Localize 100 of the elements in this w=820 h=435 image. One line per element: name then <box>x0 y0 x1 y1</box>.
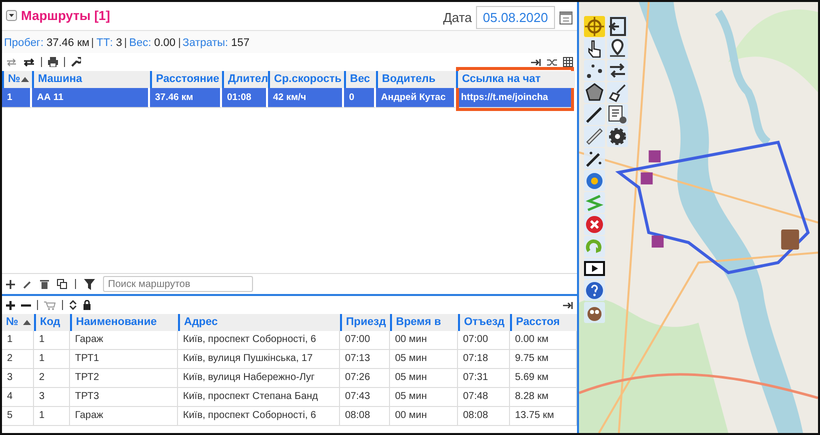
ruler-icon[interactable] <box>584 126 605 147</box>
table-cell: Київ, вулиця Набережно-Луг <box>178 369 340 388</box>
swap-icon[interactable] <box>607 60 628 81</box>
table-cell: 1 <box>2 331 34 350</box>
copy-icon[interactable] <box>57 279 67 289</box>
table-cell: 2 <box>2 350 34 369</box>
date-field[interactable]: 05.08.2020 <box>476 6 555 28</box>
help-icon[interactable] <box>584 280 605 301</box>
summary-value: 3 <box>116 37 122 49</box>
table-cell: 00 мин <box>390 407 458 426</box>
wand-icon[interactable] <box>584 148 605 169</box>
table-cell: 05 мин <box>390 369 458 388</box>
calendar-icon[interactable] <box>559 10 573 24</box>
summary-label: Затраты: <box>182 37 228 49</box>
stop-marker[interactable] <box>648 150 661 162</box>
column-header[interactable]: Время в <box>390 314 458 331</box>
column-header[interactable]: № <box>2 314 34 331</box>
column-header[interactable]: № <box>2 71 32 88</box>
sort-arrow-icon <box>21 77 29 82</box>
table-cell: 3 <box>34 388 70 407</box>
table-cell: Гараж <box>70 407 178 426</box>
pin-icon[interactable] <box>607 38 628 59</box>
cancel-icon[interactable] <box>584 214 605 235</box>
column-header[interactable]: Расстояние <box>150 71 222 88</box>
table-cell: 07:13 <box>340 350 390 369</box>
column-header[interactable]: Код <box>34 314 70 331</box>
table-cell: 8.28 км <box>510 388 577 407</box>
table-cell: 00 мин <box>390 331 458 350</box>
table-cell: 07:00 <box>458 331 510 350</box>
lock-icon[interactable] <box>83 300 91 310</box>
table-cell: АА 11 <box>32 88 150 108</box>
expand-icon[interactable] <box>69 300 77 310</box>
list-icon[interactable] <box>607 104 628 125</box>
broom-icon[interactable] <box>607 82 628 103</box>
film-icon[interactable] <box>584 258 605 279</box>
summary-label: Вес: <box>129 37 152 49</box>
table-cell: 07:26 <box>340 369 390 388</box>
column-header[interactable]: Машина <box>32 71 150 88</box>
table-cell: Київ, вулиця Пушкінська, 17 <box>178 350 340 369</box>
table-cell: Гараж <box>70 331 178 350</box>
pencil-icon[interactable] <box>23 280 32 288</box>
table-cell: ТРТ1 <box>70 350 178 369</box>
column-header[interactable]: Ср.скорость <box>268 71 344 88</box>
table-cell: Київ, проспект Соборності, 6 <box>178 407 340 426</box>
table-cell: ТРТ2 <box>70 369 178 388</box>
table-cell: 01:08 <box>222 88 268 108</box>
printer-icon[interactable] <box>48 57 58 67</box>
date-label: Дата <box>443 10 472 24</box>
exit-icon[interactable] <box>607 16 628 37</box>
stop-marker[interactable] <box>640 172 653 184</box>
summary-value: 157 <box>231 37 250 49</box>
column-header[interactable]: Длител <box>222 71 268 88</box>
export-icon[interactable] <box>531 58 541 66</box>
wrench-icon[interactable] <box>71 57 81 67</box>
shuffle-icon[interactable] <box>547 58 557 66</box>
column-header[interactable]: Наименование <box>70 314 178 331</box>
table-cell: 2 <box>34 369 70 388</box>
column-header[interactable]: Приезд <box>340 314 390 331</box>
parking-marker[interactable] <box>781 230 800 250</box>
table-cell: 4 <box>2 388 34 407</box>
stop-marker[interactable] <box>652 236 664 248</box>
hand-icon[interactable] <box>584 38 605 59</box>
arrows-icon[interactable] <box>23 58 35 66</box>
dots-icon[interactable] <box>584 60 605 81</box>
table-cell: 07:48 <box>458 388 510 407</box>
column-header[interactable]: Отъезд <box>458 314 510 331</box>
table-cell: 1 <box>34 350 70 369</box>
add-icon[interactable] <box>6 300 15 310</box>
table-cell: 1 <box>34 407 70 426</box>
gear-icon[interactable] <box>607 126 628 147</box>
table-cell: 37.46 км <box>150 88 222 108</box>
table-cell: Київ, проспект Соборності, 6 <box>178 331 340 350</box>
table-cell: 9.75 км <box>510 350 577 369</box>
pentagon-icon[interactable] <box>584 82 605 103</box>
filter-icon[interactable] <box>84 278 95 290</box>
add-icon[interactable] <box>6 280 15 288</box>
cart-icon[interactable] <box>44 300 56 310</box>
summary-label: Пробег: <box>4 37 44 49</box>
table-cell: Київ, проспект Степана Банд <box>178 388 340 407</box>
search-field[interactable]: Поиск маршрутов <box>103 276 253 292</box>
table-cell: Андрей Кутас <box>376 88 456 108</box>
column-header[interactable]: Расстоя <box>510 314 577 331</box>
table-cell: 5.69 км <box>510 369 577 388</box>
column-header[interactable]: Водитель <box>376 71 456 88</box>
summary-value: 0.00 <box>154 37 176 49</box>
table-cell: 08:08 <box>340 407 390 426</box>
export-icon[interactable] <box>563 300 573 310</box>
column-header[interactable]: Адрес <box>178 314 340 331</box>
column-header[interactable]: Ссылка на чат <box>456 71 575 88</box>
table-cell: 07:43 <box>340 388 390 407</box>
sort-arrow-icon <box>23 320 31 325</box>
column-header[interactable]: Вес <box>344 71 376 88</box>
panel-title: Маршруты [1] <box>21 8 110 23</box>
table-icon[interactable] <box>563 57 573 67</box>
table-cell: 05 мин <box>390 350 458 369</box>
table-cell: 42 км/ч <box>268 88 344 108</box>
trash-icon[interactable] <box>40 279 49 289</box>
target-icon[interactable] <box>584 16 605 37</box>
table-cell: 0 <box>344 88 376 108</box>
dropdown-icon[interactable] <box>6 10 17 21</box>
